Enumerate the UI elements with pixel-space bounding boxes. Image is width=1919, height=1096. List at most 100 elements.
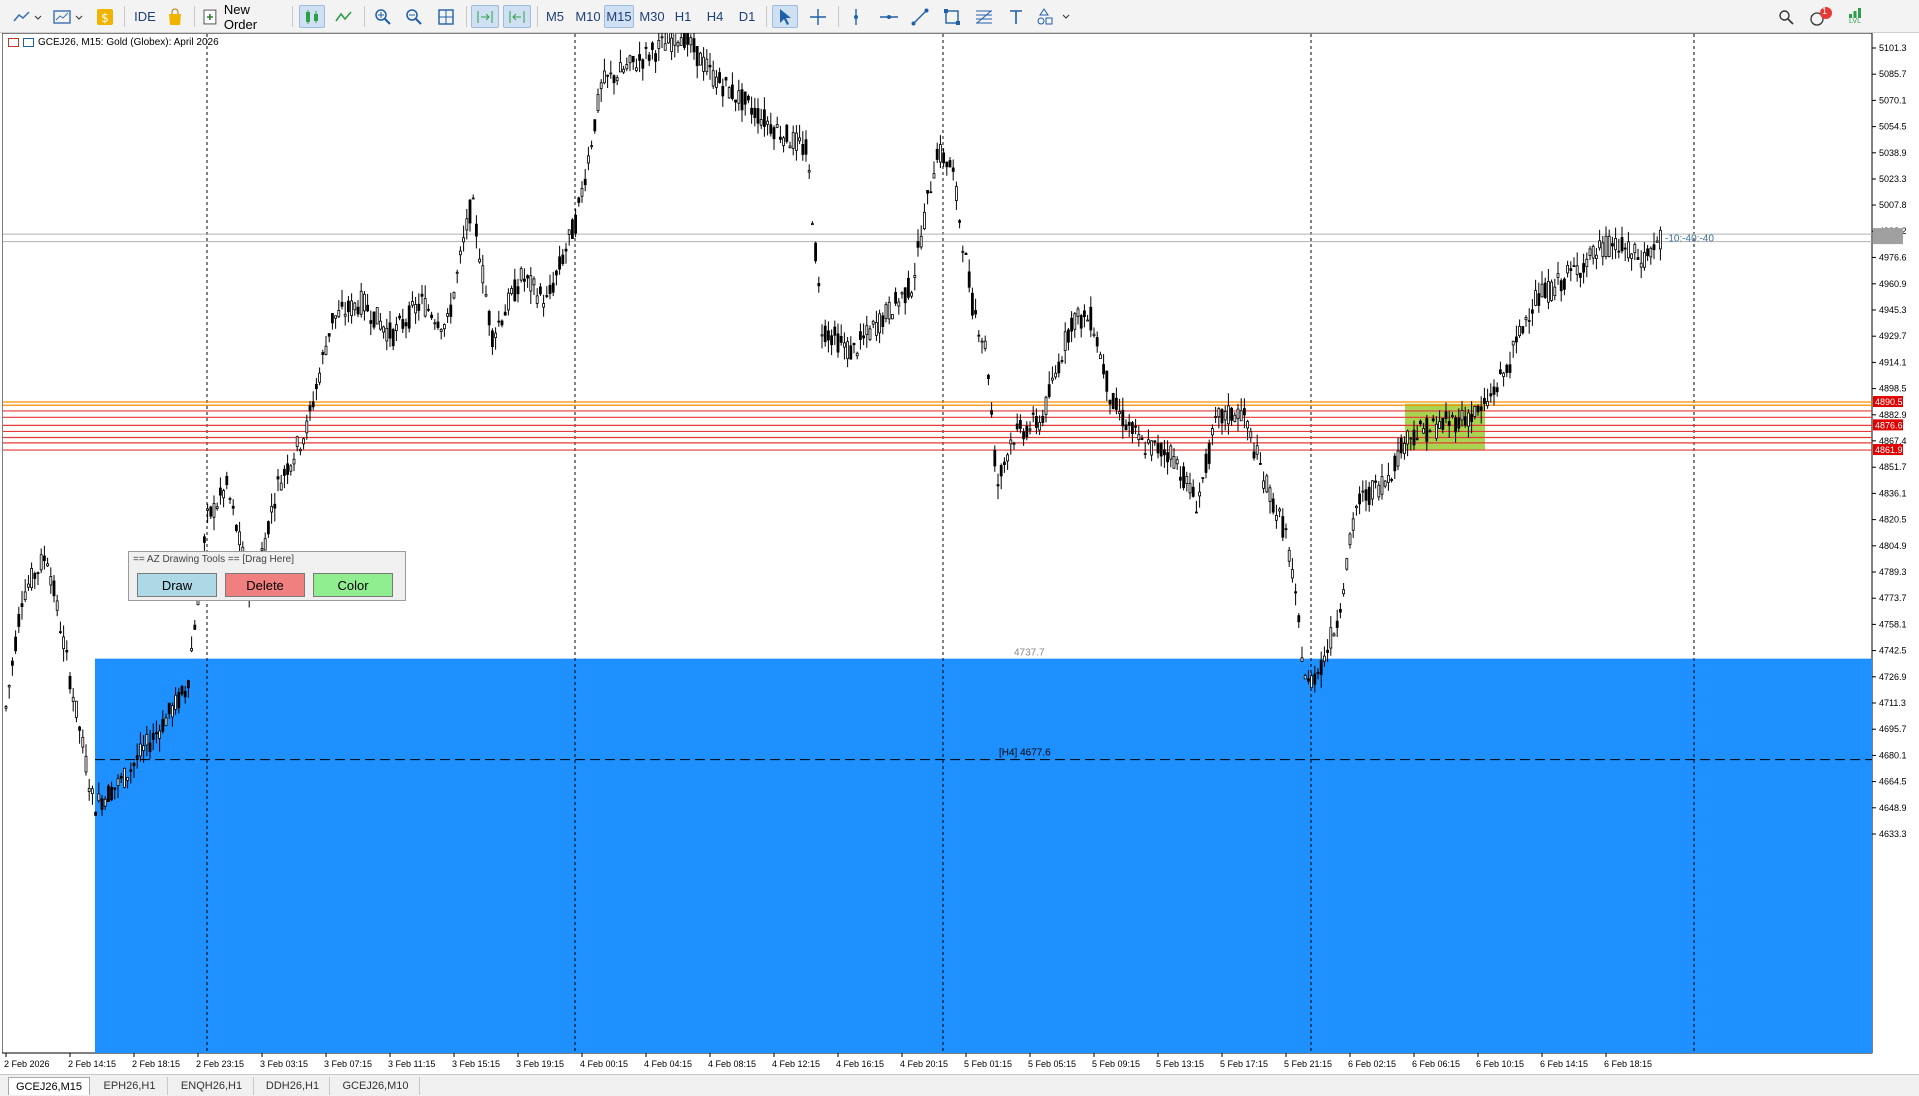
candle-body xyxy=(20,603,24,607)
candle-body xyxy=(276,476,280,480)
candle-body xyxy=(945,161,949,168)
candle-body xyxy=(1566,264,1569,274)
color-button-label: Color xyxy=(337,577,369,593)
candle-body xyxy=(161,719,165,732)
candle-body xyxy=(983,340,987,349)
zone-top-label: 4737.7 xyxy=(1014,648,1045,659)
candle-body xyxy=(1191,486,1195,497)
candle-body xyxy=(977,334,981,337)
candle-body xyxy=(612,75,616,84)
candle-body xyxy=(1134,425,1137,428)
price-tick-label: 4773.7 xyxy=(1879,593,1907,603)
grid-icon[interactable] xyxy=(433,5,459,28)
trendline-icon[interactable] xyxy=(907,5,933,28)
candle-body xyxy=(759,119,763,126)
timeframe-d1[interactable]: D1 xyxy=(735,5,759,28)
shapes-icon[interactable] xyxy=(1034,5,1074,28)
candle-body xyxy=(298,448,302,452)
chart-shift-icon[interactable] xyxy=(503,5,531,28)
signal-level-icon[interactable]: LVL xyxy=(1842,5,1868,28)
tab-gcej26-m10[interactable]: GCEJ26,M10 xyxy=(332,1077,420,1095)
candle-body xyxy=(1521,326,1525,334)
candle-body xyxy=(779,136,782,140)
candle-body xyxy=(1499,369,1502,374)
tab-gcej26-m15[interactable]: GCEJ26,M15 xyxy=(8,1077,90,1095)
candle-body xyxy=(1259,463,1262,465)
candle-body xyxy=(1265,475,1269,493)
candle-body xyxy=(1489,393,1493,397)
candle-body xyxy=(1268,487,1272,502)
line-chart-icon[interactable] xyxy=(331,5,357,28)
draw-button[interactable]: Draw xyxy=(137,573,217,597)
chart-type-icon[interactable] xyxy=(10,5,44,28)
timeframe-h1[interactable]: H1 xyxy=(671,5,695,28)
candle-body xyxy=(1534,290,1537,306)
candle-body xyxy=(1611,243,1614,247)
candle-body xyxy=(1291,569,1294,579)
timeframe-m30[interactable]: M30 xyxy=(637,5,667,28)
candle-body xyxy=(958,220,961,223)
candle-body xyxy=(465,218,469,231)
candle-body xyxy=(695,46,699,67)
rectangle-icon[interactable] xyxy=(939,5,965,28)
timeframe-m15[interactable]: M15 xyxy=(604,5,634,28)
candle-body xyxy=(635,67,638,72)
h4-level-label: [H4] 4677.6 xyxy=(999,748,1051,759)
candle-body xyxy=(1527,320,1531,322)
ide-button[interactable]: IDE xyxy=(130,5,160,28)
vertical-line-icon[interactable] xyxy=(844,5,868,28)
time-tick-label: 5 Feb 05:15 xyxy=(1028,1059,1076,1069)
bag-icon[interactable] xyxy=(164,5,186,28)
candle-body xyxy=(967,271,971,288)
color-button[interactable]: Color xyxy=(313,573,393,597)
candle-body xyxy=(478,258,482,263)
az-drawing-tools-panel[interactable]: == AZ Drawing Tools == [Drag Here] Draw … xyxy=(128,551,406,601)
tab-ddh26-h1[interactable]: DDH26,H1 xyxy=(256,1077,330,1095)
candle-body xyxy=(1553,286,1557,297)
time-tick-label: 2 Feb 2026 xyxy=(4,1059,50,1069)
timeframe-m5[interactable]: M5 xyxy=(542,5,568,28)
dollar-icon[interactable]: $ xyxy=(94,5,116,28)
fibonacci-icon[interactable] xyxy=(971,5,997,28)
text-tool-icon[interactable] xyxy=(1003,5,1029,28)
template-icon[interactable] xyxy=(50,5,86,28)
candle-body xyxy=(974,310,977,315)
timeframe-m10[interactable]: M10 xyxy=(574,5,602,28)
candle-body xyxy=(1185,476,1189,484)
crosshair-icon[interactable] xyxy=(805,5,831,28)
autoscroll-icon[interactable] xyxy=(471,5,499,28)
candle-body xyxy=(881,315,885,327)
candle-body xyxy=(1524,317,1528,321)
candlestick-chart-icon[interactable] xyxy=(299,5,325,28)
tab-eph26-h1[interactable]: EPH26,H1 xyxy=(92,1077,168,1095)
timeframe-h4[interactable]: H4 xyxy=(703,5,727,28)
candle-body xyxy=(814,242,817,262)
candle-body xyxy=(481,265,485,284)
time-tick-label: 5 Feb 09:15 xyxy=(1092,1059,1140,1069)
zoom-in-icon[interactable] xyxy=(370,5,396,28)
tab-enqh26-h1[interactable]: ENQH26,H1 xyxy=(170,1077,254,1095)
cursor-icon[interactable] xyxy=(772,5,798,28)
candle-body xyxy=(407,305,411,329)
price-tick-label: 5070.1 xyxy=(1879,95,1907,105)
new-order-button[interactable]: New Order xyxy=(202,2,286,32)
candle-body xyxy=(923,211,926,230)
candle-body xyxy=(791,132,795,149)
notifications-icon[interactable]: 1 xyxy=(1807,5,1835,28)
delete-button[interactable]: Delete xyxy=(225,573,305,597)
candle-body xyxy=(740,89,744,111)
candle-body xyxy=(75,700,78,718)
horizontal-line-icon[interactable] xyxy=(876,5,902,28)
candle-body xyxy=(1230,407,1233,421)
search-icon[interactable] xyxy=(1775,5,1797,28)
candle-body xyxy=(391,329,395,347)
candle-body xyxy=(222,490,226,499)
candle-body xyxy=(1601,242,1605,258)
zoom-out-icon[interactable] xyxy=(401,5,427,28)
candle-body xyxy=(1415,438,1419,440)
candle-body xyxy=(1342,589,1345,595)
candle-body xyxy=(177,692,181,709)
chart-window[interactable]: 5101.3 5085.7 5070.1 5054.5 5038.9 5023.3 5007… xyxy=(0,33,1919,1074)
panel-drag-title[interactable]: == AZ Drawing Tools == [Drag Here] xyxy=(133,554,294,565)
candle-body xyxy=(1358,493,1361,505)
